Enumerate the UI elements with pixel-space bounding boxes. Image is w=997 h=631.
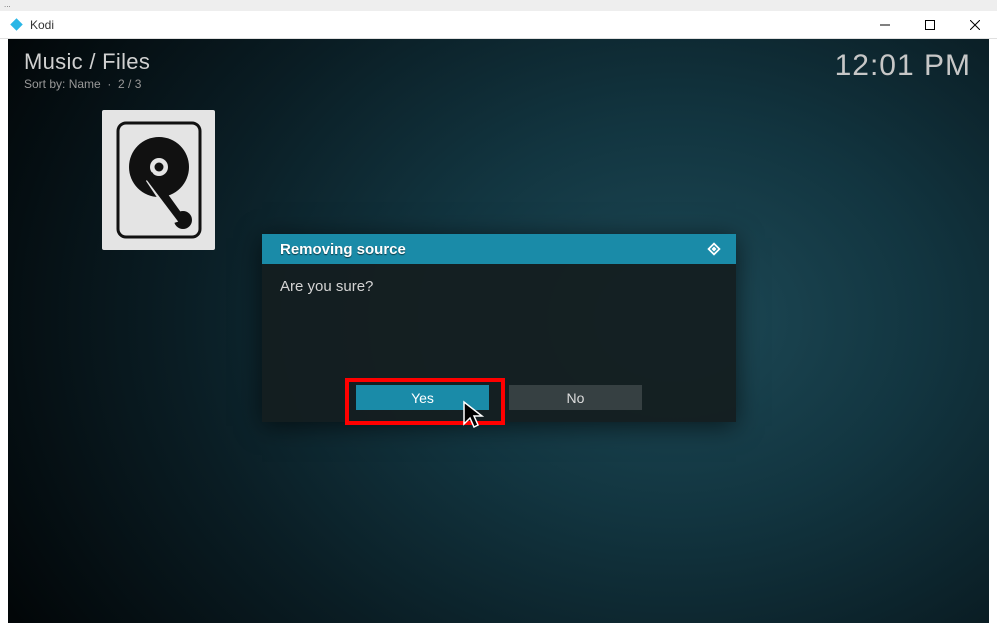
sort-status-line: Sort by: Name · 2 / 3 <box>24 77 150 91</box>
dialog-title: Removing source <box>280 241 406 258</box>
window-title-bar: Kodi <box>0 11 997 39</box>
page-header: Music / Files Sort by: Name · 2 / 3 <box>24 49 150 91</box>
kodi-logo-icon <box>704 239 724 259</box>
kodi-app-surface: Music / Files Sort by: Name · 2 / 3 12:0… <box>8 39 989 623</box>
breadcrumb: Music / Files <box>24 49 150 75</box>
dialog-footer: Yes No <box>262 385 736 410</box>
source-item-thumbnail[interactable] <box>102 110 215 250</box>
clock: 12:01 PM <box>835 49 971 83</box>
kodi-app-icon <box>8 17 24 33</box>
browser-url-bar: ... <box>0 0 997 11</box>
dialog-titlebar: Removing source <box>262 234 736 264</box>
separator-dot: · <box>107 77 111 91</box>
sort-value: Name <box>69 77 101 91</box>
window-title: Kodi <box>30 18 54 32</box>
hard-disk-icon <box>116 121 202 239</box>
sort-label: Sort by: <box>24 77 69 91</box>
yes-button[interactable]: Yes <box>356 385 489 410</box>
confirm-dialog: Removing source Are you sure? Yes No <box>262 234 736 422</box>
no-button[interactable]: No <box>509 385 642 410</box>
item-position: 2 / 3 <box>118 77 141 91</box>
dialog-message: Are you sure? <box>262 264 736 309</box>
minimize-button[interactable] <box>862 11 907 39</box>
close-button[interactable] <box>952 11 997 39</box>
maximize-button[interactable] <box>907 11 952 39</box>
